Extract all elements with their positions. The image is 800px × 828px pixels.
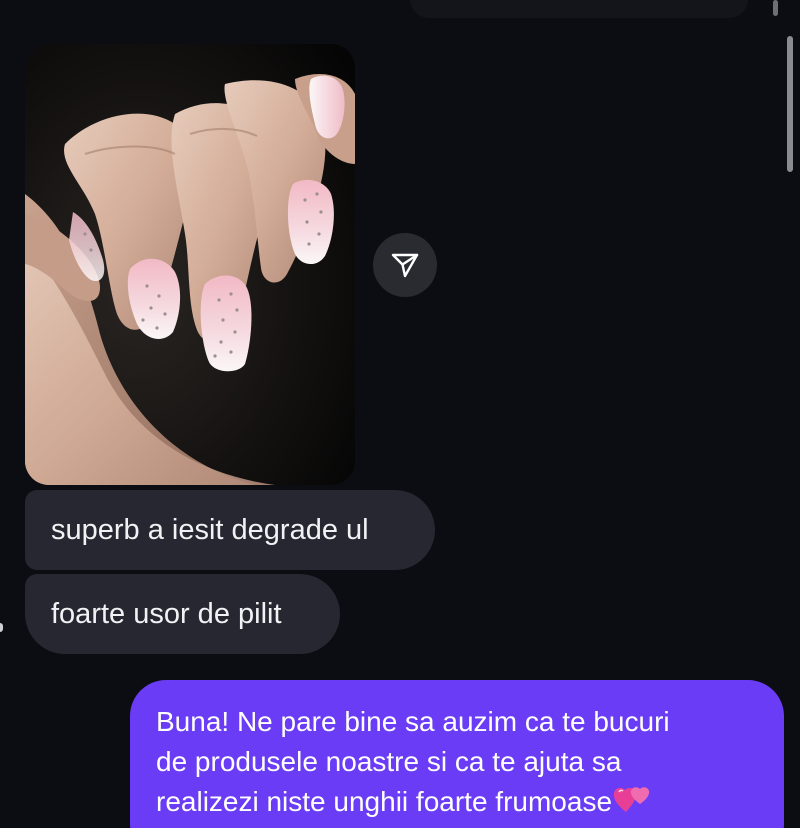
outgoing-message[interactable]: Buna! Ne pare bine sa auzim ca te bucuri… bbox=[130, 680, 784, 828]
message-line: Buna! Ne pare bine sa auzim ca te bucuri bbox=[156, 706, 670, 737]
sender-avatar-edge bbox=[0, 623, 3, 632]
incoming-message[interactable]: superb a iesit degrade ul bbox=[25, 490, 435, 570]
nail-photo bbox=[25, 44, 355, 485]
message-text: foarte usor de pilit bbox=[51, 598, 282, 630]
scrollbar[interactable] bbox=[787, 36, 793, 172]
incoming-message[interactable]: foarte usor de pilit bbox=[25, 574, 340, 654]
message-line-text: realizezi niste unghii foarte frumoase bbox=[156, 786, 613, 817]
scroll-indicator-top bbox=[773, 0, 778, 16]
message-text: superb a iesit degrade ul bbox=[51, 514, 369, 546]
share-button[interactable] bbox=[373, 233, 437, 297]
incoming-photo-message[interactable] bbox=[25, 44, 355, 485]
paper-plane-icon bbox=[391, 253, 419, 278]
chat-screen: superb a iesit degrade ul foarte usor de… bbox=[0, 0, 800, 828]
message-line: de produsele noastre si ca te ajuta sa bbox=[156, 746, 622, 777]
two-hearts-icon bbox=[613, 787, 650, 812]
previous-message-bubble[interactable] bbox=[410, 0, 748, 18]
message-line-last: realizezi niste unghii foarte frumoase bbox=[156, 782, 758, 822]
